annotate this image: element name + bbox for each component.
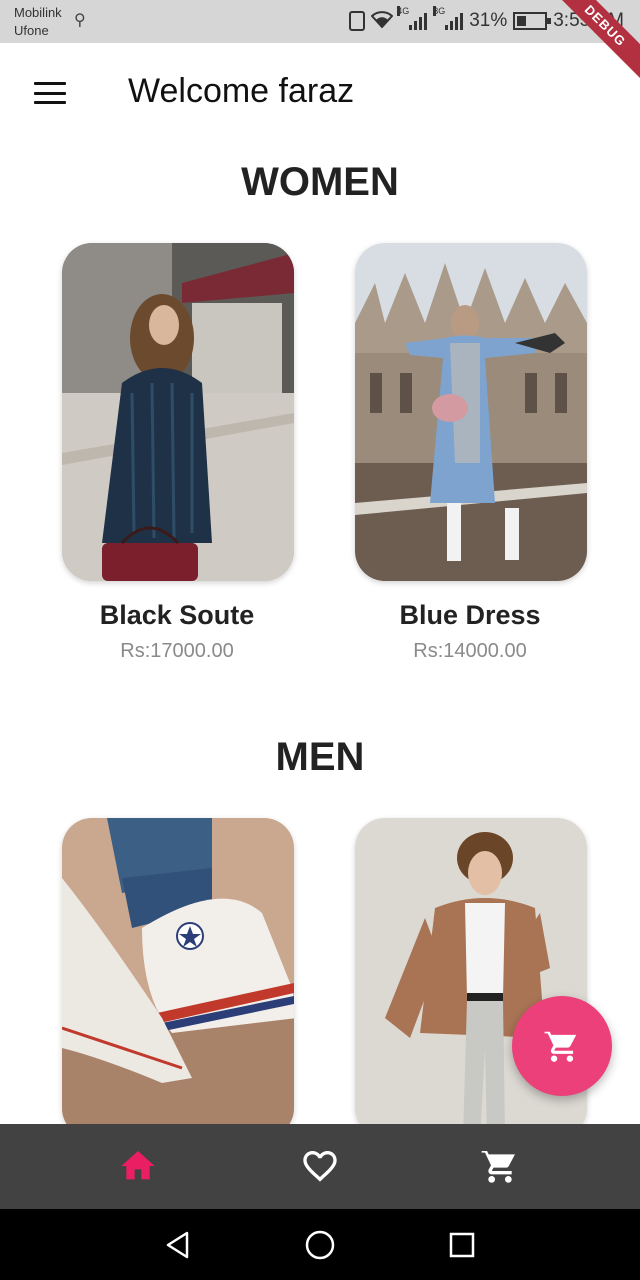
bottom-navigation — [0, 1124, 640, 1209]
nav-cart[interactable] — [478, 1144, 522, 1188]
carrier-name-2: Ufone — [14, 23, 49, 38]
vibrate-icon — [349, 11, 366, 31]
recents-button[interactable] — [444, 1227, 480, 1263]
wifi-icon — [370, 10, 394, 33]
cart-fab-button[interactable] — [512, 996, 612, 1096]
back-icon — [166, 1231, 189, 1259]
page-title: Welcome faraz — [128, 72, 355, 110]
usb-icon: ⚲ — [74, 12, 86, 29]
product-name: Blue Dress — [399, 600, 541, 630]
product-image-sneakers[interactable] — [62, 818, 294, 1138]
product-name: Black Soute — [99, 600, 255, 630]
status-bar: Mobilink Ufone ⚲ 4G 3G 31% 3:55 PM DEBUG — [0, 0, 640, 81]
shopping-cart-icon — [481, 1149, 515, 1183]
carrier-name-1: Mobilink — [14, 5, 62, 20]
section-title-men: MEN — [275, 735, 365, 779]
recents-icon — [449, 1232, 475, 1258]
section-title-women: WOMEN — [241, 160, 399, 204]
carrier-info: Mobilink Ufone — [14, 4, 62, 40]
back-button[interactable] — [160, 1227, 196, 1263]
network-type-1: 4G — [397, 6, 410, 16]
home-icon — [121, 1151, 155, 1180]
product-image-black-soute[interactable] — [62, 243, 294, 581]
battery-icon — [513, 12, 552, 30]
hamburger-menu-icon[interactable] — [34, 82, 66, 104]
shopping-cart-icon — [544, 1030, 577, 1062]
nav-favorites[interactable] — [298, 1144, 342, 1188]
network-type-2: 3G — [433, 6, 446, 16]
signal-icon-2: 3G — [433, 6, 464, 30]
system-navigation-bar — [0, 1209, 640, 1280]
product-price: Rs:17000.00 — [120, 640, 234, 662]
product-price: Rs:14000.00 — [413, 640, 527, 662]
heart-outline-icon — [303, 1151, 337, 1182]
home-button[interactable] — [302, 1227, 338, 1263]
home-circle-icon — [305, 1230, 335, 1260]
signal-icon-1: 4G — [397, 6, 428, 30]
nav-home[interactable] — [116, 1144, 160, 1188]
product-image-blue-dress[interactable] — [355, 243, 587, 581]
battery-percent: 31% — [469, 10, 508, 31]
